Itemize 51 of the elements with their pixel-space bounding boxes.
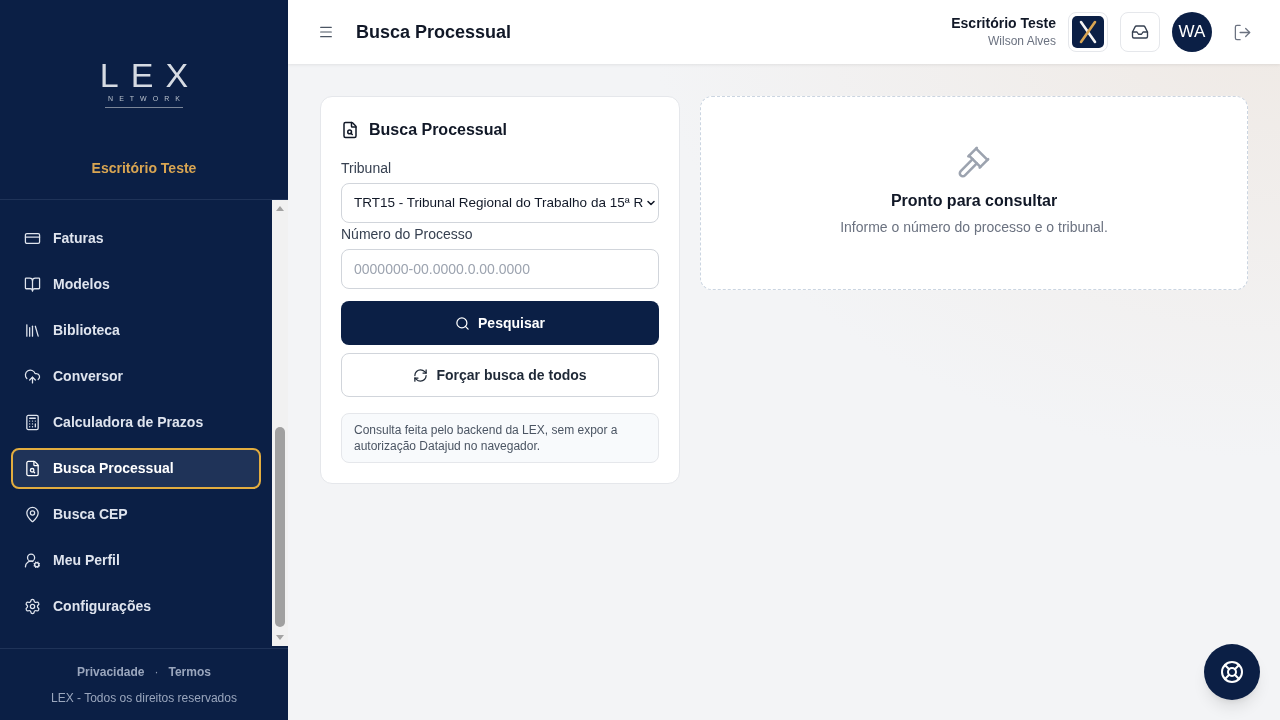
document-search-icon — [341, 121, 359, 139]
empty-state-message: Informe o número do processo e o tribunal. — [840, 218, 1108, 237]
scrollbar[interactable] — [272, 200, 288, 646]
footer-link[interactable]: Privacidade — [77, 662, 145, 681]
cloud-upload-icon — [24, 368, 41, 385]
settings-icon — [24, 598, 41, 615]
tribunal-select[interactable]: TRT15 - Tribunal Regional do Trabalho da 15ª R — [341, 183, 659, 223]
force-search-button[interactable]: Forçar busca de todos — [341, 353, 659, 397]
book-icon — [24, 276, 41, 293]
field-label: Tribunal — [341, 159, 393, 177]
user-avatar[interactable]: WA — [1172, 12, 1212, 52]
sidebar-item[interactable]: Busca CEP — [11, 494, 261, 535]
sidebar-item[interactable]: Faturas — [11, 218, 261, 259]
sidebar-item[interactable]: Meu Perfil — [11, 540, 261, 581]
logout-icon — [1232, 22, 1252, 42]
lifebuoy-icon — [1220, 660, 1244, 684]
app-logo-button[interactable] — [1068, 12, 1108, 52]
page-title: Busca Processual — [356, 20, 512, 44]
search-icon — [455, 315, 471, 331]
office-name: Escritório Teste — [91, 159, 197, 178]
sidebar-item[interactable]: Conversor — [11, 356, 261, 397]
refresh-icon — [413, 367, 429, 383]
library-icon — [24, 322, 41, 339]
sidebar-item[interactable]: Busca Processual — [11, 448, 261, 489]
document-search-icon — [24, 460, 41, 477]
gavel-icon — [957, 145, 991, 179]
map-pin-icon — [24, 506, 41, 523]
card-title: Busca Processual — [369, 120, 507, 140]
x-logo-icon — [1072, 16, 1104, 48]
footer-link[interactable]: Termos — [168, 662, 211, 681]
info-note: Consulta feita pelo backend da LEX, sem expor a autorização Datajud no navegador. — [341, 413, 659, 463]
sidebar-item[interactable]: Configurações — [11, 586, 261, 627]
user-name: Wilson Alves — [987, 33, 1056, 50]
user-settings-icon — [24, 552, 41, 569]
sidebar-item[interactable]: Calculadora de Prazos — [11, 402, 261, 443]
inbox-icon — [1131, 23, 1149, 41]
logo-wordmark: LEX — [98, 56, 201, 94]
card-icon — [24, 230, 41, 247]
office-name: Escritório Teste — [951, 14, 1056, 32]
copyright-text: LEX - Todos os direitos reservados — [51, 689, 237, 707]
logout-button[interactable] — [1232, 22, 1252, 42]
separator-dot: · — [154, 663, 159, 681]
menu-button[interactable] — [318, 24, 334, 40]
sidebar-item[interactable]: Biblioteca — [11, 310, 261, 351]
empty-state-title: Pronto para consultar — [890, 191, 1058, 211]
sidebar-item[interactable]: Modelos — [11, 264, 261, 305]
search-button[interactable]: Pesquisar — [341, 301, 659, 345]
field-label: Número do Processo — [341, 225, 474, 243]
inbox-button[interactable] — [1120, 12, 1160, 52]
process-number-input[interactable]: 0000000-00.0000.0.00.0000 — [341, 249, 659, 289]
calculator-icon — [24, 414, 41, 431]
